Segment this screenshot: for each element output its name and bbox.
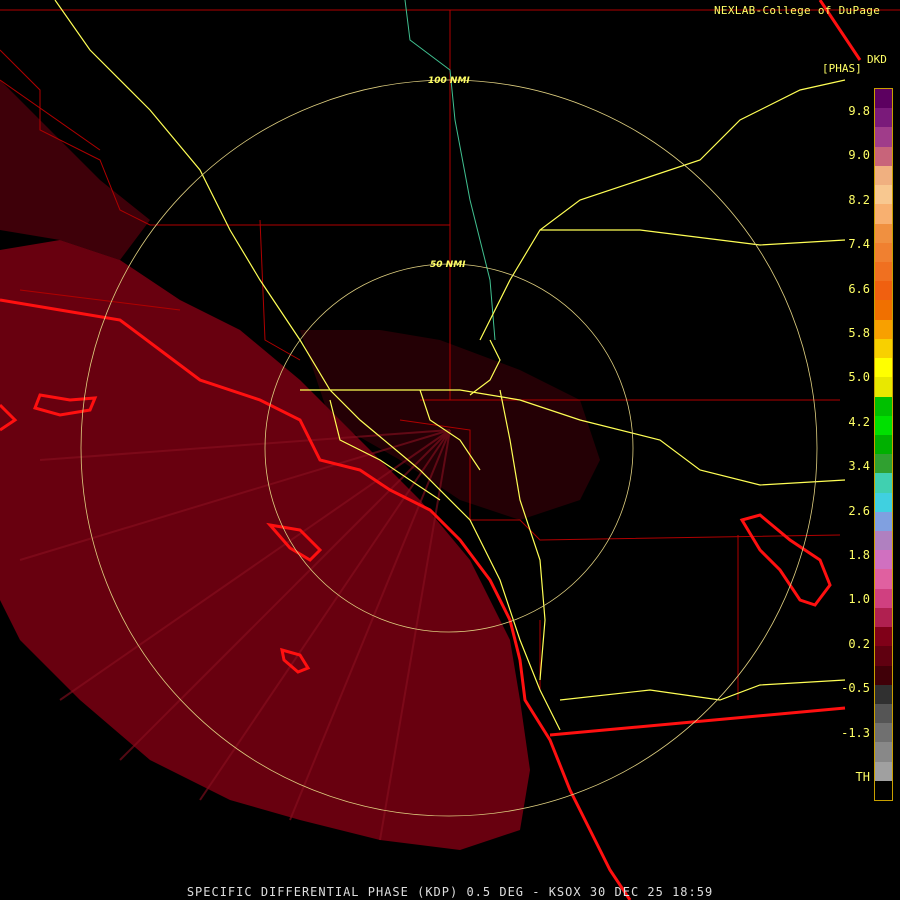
scale-tick-label: TH (855, 770, 870, 784)
scale-tick-label: 5.8 (848, 326, 870, 340)
scale-segment (875, 646, 892, 666)
scale-segment (875, 742, 892, 762)
scale-tick-label: -1.3 (841, 725, 870, 740)
scale-segment (875, 165, 892, 186)
product-code: DKD (867, 53, 887, 66)
product-unit: [PHAS] (822, 62, 862, 75)
scale-segment (875, 473, 892, 493)
scale-segment (875, 511, 892, 532)
credit-text: NEXLAB-College of DuPage (714, 4, 881, 17)
scale-segment (875, 127, 892, 147)
scale-tick-label: 9.0 (848, 148, 870, 163)
scale-segment (875, 588, 892, 608)
scale-segment (875, 242, 892, 262)
scale-segment (875, 261, 892, 282)
scale-segment (875, 300, 892, 320)
scale-segment (875, 607, 892, 628)
scale-segment (875, 415, 892, 435)
scale-segment (875, 108, 892, 128)
scale-tick-label: 1.8 (848, 548, 870, 562)
scale-segment (875, 723, 892, 743)
scale-segment (875, 531, 892, 551)
scale-tick-label: 0.2 (848, 636, 870, 651)
scale-segment (875, 665, 892, 685)
scale-segment (875, 319, 892, 339)
scale-segment (875, 204, 892, 224)
scale-segment (875, 377, 892, 397)
scale-segment (875, 396, 892, 416)
scale-segment (875, 704, 892, 724)
scale-segment (875, 454, 892, 474)
radar-map: 50 NMI 100 NMI (0, 0, 900, 900)
scale-segment (875, 89, 892, 109)
scale-tick-label: 4.2 (848, 414, 870, 429)
scale-segment (875, 569, 892, 589)
range-label-50: 50 NMI (430, 260, 466, 270)
scale-tick-label: -0.5 (841, 681, 870, 696)
radar-echo-area (0, 80, 600, 850)
scale-tick-label: 3.4 (848, 459, 870, 474)
footer-caption: SPECIFIC DIFFERENTIAL PHASE (KDP) 0.5 DE… (186, 885, 714, 899)
scale-segment (875, 780, 892, 801)
scale-segment (875, 146, 892, 166)
scale-segment (875, 550, 892, 570)
scale-segment (875, 761, 892, 781)
scale-segment (875, 358, 892, 378)
scale-tick-label: 6.6 (848, 281, 870, 296)
scale-tick-label: 8.2 (848, 192, 870, 207)
color-scale-bar (874, 88, 893, 801)
scale-tick-label: 9.8 (848, 104, 870, 118)
scale-tick-label: 2.6 (848, 503, 870, 518)
scale-segment (875, 185, 892, 205)
range-label-100: 100 NMI (428, 76, 470, 86)
scale-tick-label: 1.0 (848, 592, 870, 607)
scale-tick-label: 5.0 (848, 370, 870, 385)
scale-tick-label: 7.4 (848, 237, 870, 252)
scale-segment (875, 434, 892, 455)
scale-segment (875, 627, 892, 647)
scale-segment (875, 684, 892, 704)
scale-segment (875, 223, 892, 243)
scale-segment (875, 492, 892, 512)
scale-segment (875, 281, 892, 301)
scale-segment (875, 338, 892, 359)
